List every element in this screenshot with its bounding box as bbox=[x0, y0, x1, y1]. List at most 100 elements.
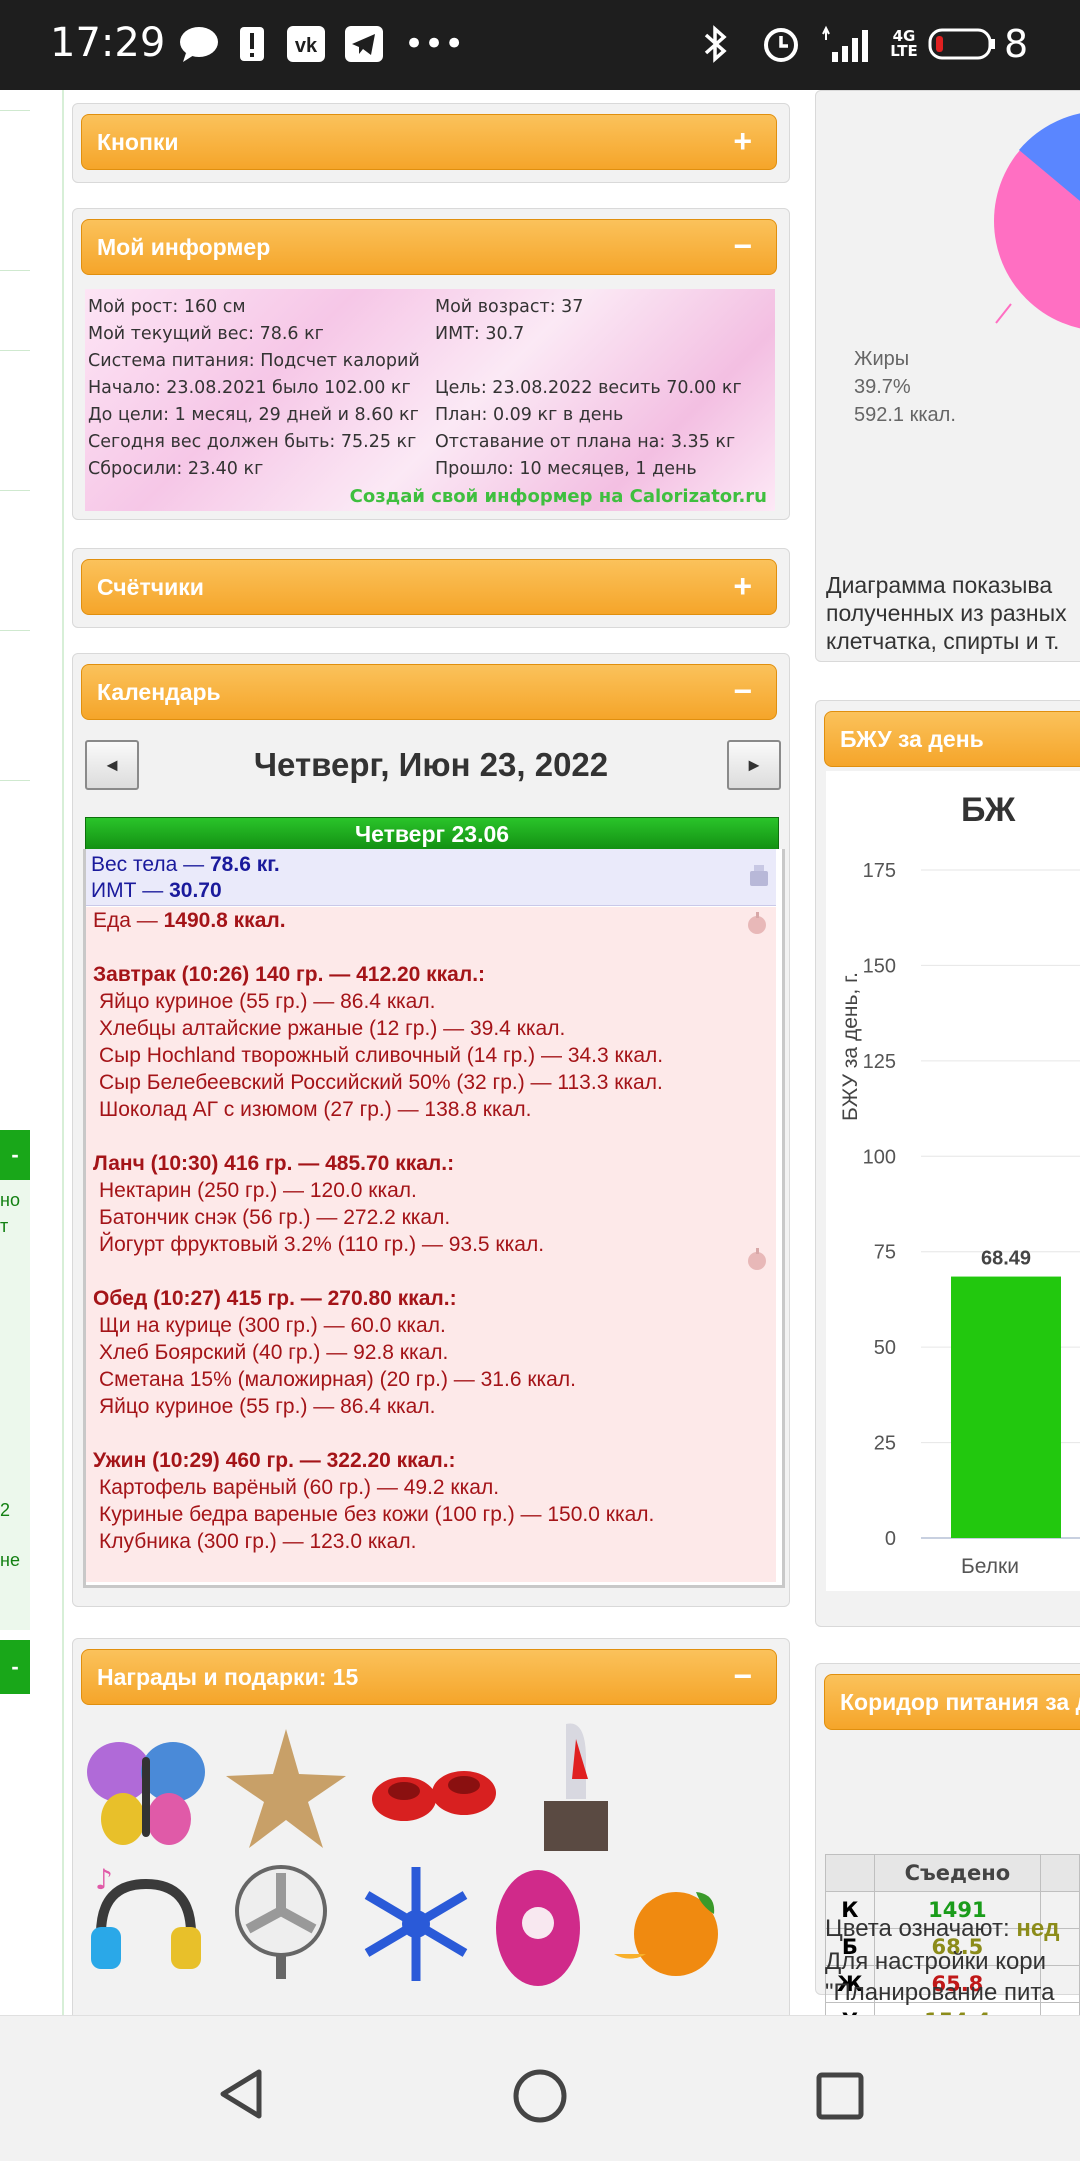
trophy-icon[interactable] bbox=[536, 1719, 616, 1854]
section-title: Мой информер bbox=[97, 233, 271, 260]
counters-section: Счётчики + bbox=[72, 548, 790, 628]
informer-line: Мой рост: 160 см bbox=[88, 297, 246, 317]
awards-section-header[interactable]: Награды и подарки: 15 − bbox=[81, 1649, 777, 1705]
informer-line: Прошло: 10 месяцев, 1 день bbox=[435, 459, 697, 479]
buttons-section-header[interactable]: Кнопки + bbox=[81, 114, 777, 170]
informer-line: Цель: 23.08.2022 весить 70.00 кг bbox=[435, 378, 742, 398]
network-type: 4G LTE bbox=[890, 27, 918, 60]
informer-line: Начало: 23.08.2021 было 102.00 кг bbox=[88, 378, 411, 398]
day-details: Вес тела — 78.6 кг. ИМТ — 30.70 Еда — 14… bbox=[83, 849, 785, 1588]
calendar-header: ◄ Четверг, Июн 23, 2022 ► bbox=[73, 726, 789, 810]
awards-section: Награды и подарки: 15 − ♪ bbox=[72, 1638, 790, 2015]
food-label: Еда — bbox=[93, 909, 164, 932]
apple-icon[interactable] bbox=[746, 1247, 768, 1277]
meal-title: Ланч (10:30) 416 гр. — 485.70 ккал.: bbox=[93, 1152, 455, 1175]
corridor-section-header[interactable]: Коридор питания за д bbox=[824, 1674, 1080, 1730]
bmi-value: 30.70 bbox=[169, 879, 222, 902]
left-collapse-button-2[interactable]: - bbox=[0, 1640, 30, 1694]
meal-title: Ужин (10:29) 460 гр. — 322.20 ккал.: bbox=[93, 1449, 456, 1472]
section-title: БЖУ за день bbox=[840, 725, 984, 752]
left-panel-text: т bbox=[0, 1216, 9, 1236]
calendar-section-header[interactable]: Календарь − bbox=[81, 664, 777, 720]
column-header: Съедено bbox=[873, 1854, 1042, 1892]
buttons-section: Кнопки + bbox=[72, 103, 790, 183]
awards-grid: ♪ bbox=[81, 1719, 781, 2015]
headphones-icon[interactable]: ♪ bbox=[81, 1859, 211, 1989]
svg-text:vk: vk bbox=[295, 35, 318, 57]
alert-icon bbox=[238, 22, 266, 66]
snowflake-icon[interactable] bbox=[351, 1859, 481, 1989]
macro-pie-section: Жиры 39.7% 592.1 ккал. Диаграмма показыв… bbox=[815, 90, 1080, 662]
meal-item: Шоколад АГ с изюмом (27 гр.) — 138.8 кка… bbox=[99, 1098, 532, 1121]
section-title: Кнопки bbox=[97, 128, 179, 155]
bar-data-label: 68.49 bbox=[981, 1248, 1031, 1270]
battery-icon bbox=[928, 22, 996, 66]
butterfly-icon[interactable] bbox=[81, 1727, 211, 1857]
back-icon[interactable] bbox=[215, 2068, 267, 2120]
battery-level: 8 bbox=[1004, 22, 1029, 66]
fan-icon[interactable] bbox=[226, 1859, 336, 1989]
meal-item: Нектарин (250 гр.) — 120.0 ккал. bbox=[99, 1179, 417, 1202]
status-bar: 17:29 vk ••• 4G LTE 8 bbox=[0, 0, 1080, 90]
easter-egg-icon[interactable] bbox=[491, 1861, 586, 1991]
y-tick-label: 100 bbox=[863, 1146, 896, 1168]
meal-title: Обед (10:27) 415 гр. — 270.80 ккал.: bbox=[93, 1287, 457, 1310]
settings-note: Для настройки кори bbox=[825, 1948, 1047, 1975]
x-category-label: Белки bbox=[961, 1555, 1019, 1578]
status-time: 17:29 bbox=[50, 20, 166, 66]
vk-icon: vk bbox=[286, 22, 326, 66]
collapse-icon[interactable]: − bbox=[733, 228, 752, 265]
scale-icon[interactable] bbox=[748, 863, 770, 893]
diagram-note: Диаграмма показыва полученных из разных … bbox=[826, 571, 1080, 655]
left-panel-text: 2 bbox=[0, 1500, 11, 1520]
diagram-note-line: полученных из разных bbox=[826, 600, 1067, 626]
bju-section-header[interactable]: БЖУ за день bbox=[824, 711, 1080, 767]
diagram-note-line: клетчатка, спирты и т. bbox=[826, 628, 1060, 654]
orange-icon[interactable] bbox=[606, 1884, 736, 1994]
expand-icon[interactable]: + bbox=[733, 123, 752, 160]
informer-line: Сбросили: 23.40 кг bbox=[88, 459, 264, 479]
left-panel-text: но bbox=[0, 1190, 20, 1210]
meal-item: Йогурт фруктовый 3.2% (110 гр.) — 93.5 к… bbox=[99, 1233, 545, 1256]
bju-chart-area: БЖ 175 150 125 100 75 50 25 0 68.49 Белки БЖУ за … bbox=[826, 771, 1080, 1591]
bluetooth-icon bbox=[700, 22, 730, 66]
left-collapse-button[interactable]: - bbox=[0, 1130, 30, 1180]
informer-section-header[interactable]: Мой информер − bbox=[81, 219, 777, 275]
food-total-line: Еда — 1490.8 ккал. bbox=[93, 909, 286, 933]
informer-section: Мой информер − Мой рост: 160 см Мой теку… bbox=[72, 208, 790, 520]
calendar-date: Четверг, Июн 23, 2022 bbox=[253, 746, 609, 783]
colors-note-label: Цвета означают: bbox=[825, 1915, 1017, 1942]
informer-create-link[interactable]: Создай свой информер на Calorizator.ru bbox=[350, 486, 767, 507]
telegram-icon bbox=[344, 22, 384, 66]
settings-note: "Планирование пита bbox=[825, 1979, 1055, 2006]
informer-line: До цели: 1 месяц, 29 дней и 8.60 кг bbox=[88, 405, 419, 425]
bju-bar-chart: 175 150 125 100 75 50 25 0 68.49 Белки bbox=[863, 860, 1080, 1578]
apple-icon[interactable] bbox=[746, 911, 768, 941]
counters-section-header[interactable]: Счётчики + bbox=[81, 559, 777, 615]
recents-icon[interactable] bbox=[815, 2071, 865, 2121]
informer-line: Мой текущий вес: 78.6 кг bbox=[88, 324, 324, 344]
shoes-icon[interactable] bbox=[366, 1749, 506, 1829]
meal-item: Сыр Белебеевский Российский 50% (32 гр.)… bbox=[99, 1071, 663, 1094]
bmi-line: ИМТ — 30.70 bbox=[91, 879, 222, 903]
meal-item: Яйцо куриное (55 гр.) — 86.4 ккал. bbox=[99, 990, 436, 1013]
meal-item: Картофель варёный (60 гр.) — 49.2 ккал. bbox=[99, 1476, 500, 1499]
next-day-button[interactable]: ► bbox=[727, 740, 781, 790]
expand-icon[interactable]: + bbox=[733, 568, 752, 605]
weight-line: Вес тела — 78.6 кг. bbox=[91, 853, 280, 877]
collapse-icon[interactable]: − bbox=[733, 1658, 752, 1695]
pie-label: Жиры bbox=[854, 348, 910, 370]
meal-item: Сыр Hochland творожный сливочный (14 гр.… bbox=[99, 1044, 664, 1067]
home-icon[interactable] bbox=[512, 2068, 568, 2124]
collapse-icon[interactable]: − bbox=[733, 673, 752, 710]
calendar-section: Календарь − ◄ Четверг, Июн 23, 2022 ► Че… bbox=[72, 653, 790, 1607]
section-title: Счётчики bbox=[97, 573, 204, 600]
starfish-icon[interactable] bbox=[221, 1724, 351, 1854]
meal-item: Хлеб Боярский (40 гр.) — 92.8 ккал. bbox=[99, 1341, 449, 1364]
informer-line: Сегодня вес должен быть: 75.25 кг bbox=[88, 432, 417, 452]
diagram-note-line: Диаграмма показыва bbox=[826, 572, 1053, 598]
food-list: Еда — 1490.8 ккал. Завтрак (10:26) 140 г… bbox=[86, 907, 776, 1582]
meal-item: Хлебцы алтайские ржаные (12 гр.) — 39.4 … bbox=[99, 1017, 566, 1040]
bju-section: БЖУ за день БЖ 175 150 125 100 75 50 25 0 68.49 Б… bbox=[815, 700, 1080, 1627]
y-tick-label: 25 bbox=[874, 1433, 896, 1455]
